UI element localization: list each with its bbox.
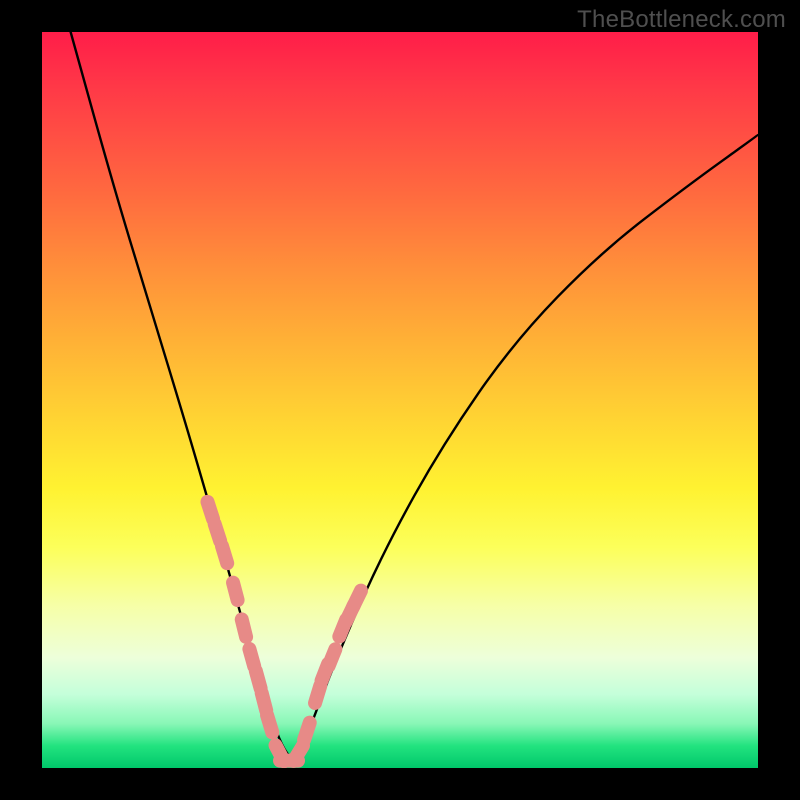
marker-dash [256, 671, 261, 688]
chart-frame: TheBottleneck.com [0, 0, 800, 800]
marker-dash [267, 715, 272, 732]
marker-dash [222, 546, 227, 563]
watermark-text: TheBottleneck.com [577, 6, 786, 34]
chart-svg [42, 32, 758, 768]
marker-dash [353, 591, 361, 607]
marker-dash [207, 502, 213, 519]
plot-area [42, 32, 758, 768]
marker-dash [262, 693, 267, 710]
marker-dash [233, 583, 238, 600]
marker-dash [329, 649, 336, 666]
marker-dash [304, 723, 310, 740]
marker-dash [215, 524, 221, 541]
marker-dash [315, 686, 320, 703]
marker-dash [249, 649, 254, 666]
marker-dash [242, 619, 246, 636]
marker-dash [294, 746, 303, 761]
curve-path [71, 32, 758, 757]
marker-group [207, 502, 360, 761]
